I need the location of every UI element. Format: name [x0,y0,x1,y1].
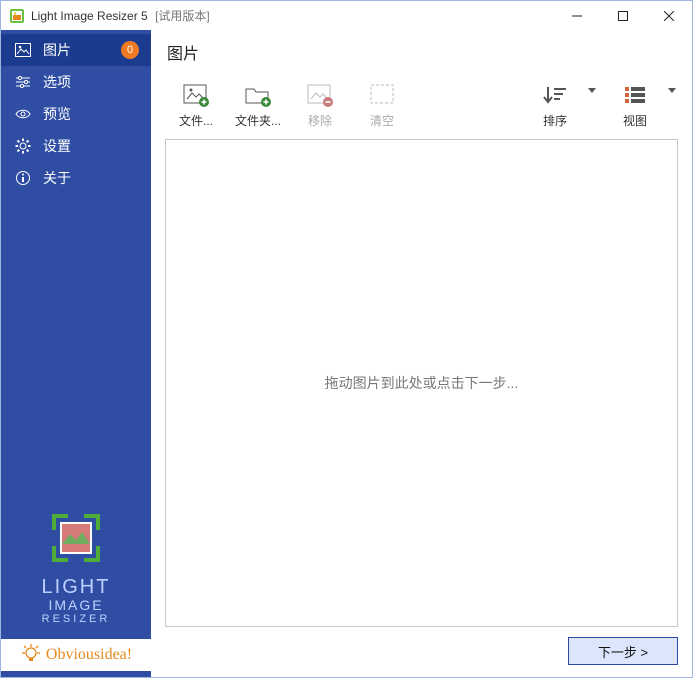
vendor-brand[interactable]: Obviousidea! [1,639,151,671]
window-title: Light Image Resizer 5 [试用版本] [31,7,210,24]
product-name: LIGHT IMAGE RESIZER [42,576,111,625]
minimize-button[interactable] [554,1,600,31]
drop-zone-placeholder: 拖动图片到此处或点击下一步... [325,373,519,393]
sidebar-item-preview[interactable]: 预览 [1,98,151,130]
sidebar-item-label: 图片 [43,40,121,60]
sidebar-item-label: 预览 [43,104,139,124]
main-panel: 图片 文件... 文件夹... 移除 [151,30,692,677]
gear-icon [13,138,33,154]
chevron-down-icon[interactable] [666,88,678,93]
file-remove-icon [306,80,334,110]
remove-button: 移除 [289,80,351,129]
sidebar-item-options[interactable]: 选项 [1,66,151,98]
info-icon [13,170,33,186]
sidebar: 图片 0 选项 预览 设置 [1,30,151,677]
chevron-down-icon[interactable] [586,88,598,93]
image-icon [13,43,33,57]
count-badge: 0 [121,41,139,59]
sliders-icon [13,75,33,89]
folder-add-icon [244,80,272,110]
file-add-icon [182,80,210,110]
close-button[interactable] [646,1,692,31]
sidebar-item-settings[interactable]: 设置 [1,130,151,162]
eye-icon [13,107,33,121]
sidebar-item-about[interactable]: 关于 [1,162,151,194]
page-title: 图片 [167,40,678,64]
clear-button: 清空 [351,80,413,129]
add-file-button[interactable]: 文件... [165,80,227,129]
toolbar: 文件... 文件夹... 移除 清空 [165,78,678,135]
add-folder-button[interactable]: 文件夹... [227,80,289,129]
lightbulb-icon [20,644,42,666]
sort-button[interactable]: 排序 [524,80,586,129]
view-icon [622,80,648,110]
app-icon [9,8,25,24]
sidebar-item-label: 关于 [43,168,139,188]
product-logo [48,510,104,566]
sidebar-item-label: 选项 [43,72,139,92]
titlebar: Light Image Resizer 5 [试用版本] [0,0,693,30]
sidebar-item-images[interactable]: 图片 0 [1,34,151,66]
maximize-button[interactable] [600,1,646,31]
sidebar-item-label: 设置 [43,136,139,156]
clear-icon [369,80,395,110]
sort-icon [542,80,568,110]
view-button[interactable]: 视图 [604,80,666,129]
next-button[interactable]: 下一步 > [568,637,678,665]
drop-zone[interactable]: 拖动图片到此处或点击下一步... [165,139,678,627]
